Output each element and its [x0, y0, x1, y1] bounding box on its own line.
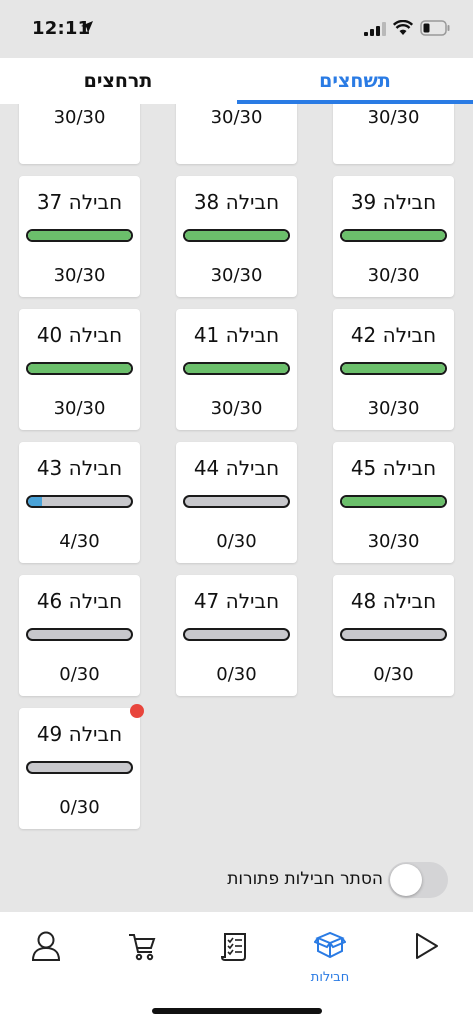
- package-title: חבילה 40: [36, 323, 123, 347]
- tab-other[interactable]: תרחצים: [0, 58, 236, 104]
- package-card[interactable]: חבילה 40 30/30: [19, 309, 140, 430]
- package-card[interactable]: חבילה 43 4/30: [19, 442, 140, 563]
- package-card[interactable]: חבילה 39 30/30: [333, 176, 454, 297]
- progress-fill: [28, 231, 131, 240]
- wifi-icon: [393, 20, 413, 35]
- progress-bar: [26, 229, 133, 242]
- progress-fill: [185, 231, 288, 240]
- package-title: חבילה 49: [36, 722, 123, 746]
- new-badge-dot: [130, 704, 144, 718]
- package-title: חבילה 42: [350, 323, 437, 347]
- progress-fill: [28, 497, 42, 506]
- package-title: חבילה 44: [193, 456, 280, 480]
- package-count: 30/30: [53, 398, 106, 419]
- package-title: חבילה 47: [193, 589, 280, 613]
- package-count: 30/30: [210, 107, 263, 128]
- progress-fill: [342, 364, 445, 373]
- package-card[interactable]: חבילה 47 0/30: [176, 575, 297, 696]
- package-card[interactable]: 30/30: [333, 104, 454, 164]
- progress-bar: [183, 495, 290, 508]
- home-indicator: [152, 1008, 322, 1014]
- package-card[interactable]: חבילה 45 30/30: [333, 442, 454, 563]
- package-count: 0/30: [59, 797, 100, 818]
- progress-bar: [183, 229, 290, 242]
- tab-bar: תשחצים תרחצים: [0, 58, 473, 104]
- boxes-icon: [313, 931, 347, 959]
- package-count: 30/30: [367, 398, 420, 419]
- package-title: חבילה 48: [350, 589, 437, 613]
- user-icon: [31, 931, 61, 961]
- progress-bar: [183, 362, 290, 375]
- cart-icon: [129, 934, 156, 961]
- package-count: 0/30: [216, 664, 257, 685]
- hide-solved-label: הסתר חבילות פתורות: [227, 869, 383, 889]
- tab-active[interactable]: תשחצים: [237, 58, 473, 104]
- progress-fill: [342, 231, 445, 240]
- battery-icon: [420, 20, 450, 36]
- package-count: 0/30: [59, 664, 100, 685]
- package-title: חבילה 46: [36, 589, 123, 613]
- nav-play[interactable]: [396, 930, 456, 990]
- package-title: חבילה 43: [36, 456, 123, 480]
- package-count: 30/30: [210, 265, 263, 286]
- progress-fill: [28, 364, 131, 373]
- hide-solved-toggle[interactable]: [388, 862, 448, 898]
- package-title: חבילה 45: [350, 456, 437, 480]
- package-count: 30/30: [367, 265, 420, 286]
- progress-bar: [26, 628, 133, 641]
- hide-solved-row: הסתר חבילות פתורות: [0, 852, 473, 910]
- package-card[interactable]: 30/30: [176, 104, 297, 164]
- progress-fill: [185, 364, 288, 373]
- progress-bar: [26, 761, 133, 774]
- nav-packages-label: חבילות: [310, 970, 350, 985]
- status-bar: 12:11: [0, 0, 473, 58]
- toggle-knob: [390, 864, 422, 896]
- progress-bar: [26, 495, 133, 508]
- package-count: 4/30: [59, 531, 100, 552]
- package-card[interactable]: חבילה 38 30/30: [176, 176, 297, 297]
- package-card[interactable]: חבילה 41 30/30: [176, 309, 297, 430]
- progress-bar: [340, 229, 447, 242]
- package-card[interactable]: חבילה 48 0/30: [333, 575, 454, 696]
- play-icon: [416, 933, 438, 959]
- packages-grid: 30/30 30/30 30/30 חבילה 37 30/30 חבילה 3…: [0, 104, 473, 912]
- progress-bar: [183, 628, 290, 641]
- location-arrow-icon: [81, 21, 93, 33]
- package-card[interactable]: 30/30: [19, 104, 140, 164]
- nav-list[interactable]: [205, 930, 265, 990]
- progress-bar: [340, 362, 447, 375]
- package-title: חבילה 41: [193, 323, 280, 347]
- package-card[interactable]: חבילה 49 0/30: [19, 704, 144, 829]
- package-count: 30/30: [53, 107, 106, 128]
- nav-shop[interactable]: [112, 930, 172, 990]
- package-count: 30/30: [210, 398, 263, 419]
- package-card[interactable]: חבילה 44 0/30: [176, 442, 297, 563]
- package-count: 0/30: [373, 664, 414, 685]
- progress-bar: [340, 628, 447, 641]
- package-count: 30/30: [367, 107, 420, 128]
- progress-bar: [340, 495, 447, 508]
- nav-packages[interactable]: חבילות: [300, 930, 360, 990]
- package-card[interactable]: חבילה 46 0/30: [19, 575, 140, 696]
- package-title: חבילה 38: [193, 190, 280, 214]
- package-title: חבילה 39: [350, 190, 437, 214]
- package-card[interactable]: חבילה 42 30/30: [333, 309, 454, 430]
- package-count: 30/30: [367, 531, 420, 552]
- cellular-signal-icon: [364, 22, 386, 36]
- package-card[interactable]: חבילה 37 30/30: [19, 176, 140, 297]
- progress-bar: [26, 362, 133, 375]
- package-count: 30/30: [53, 265, 106, 286]
- package-title: חבילה 37: [36, 190, 123, 214]
- scroll-list-icon: [220, 933, 246, 961]
- nav-profile[interactable]: [16, 930, 76, 990]
- package-count: 0/30: [216, 531, 257, 552]
- progress-fill: [342, 497, 445, 506]
